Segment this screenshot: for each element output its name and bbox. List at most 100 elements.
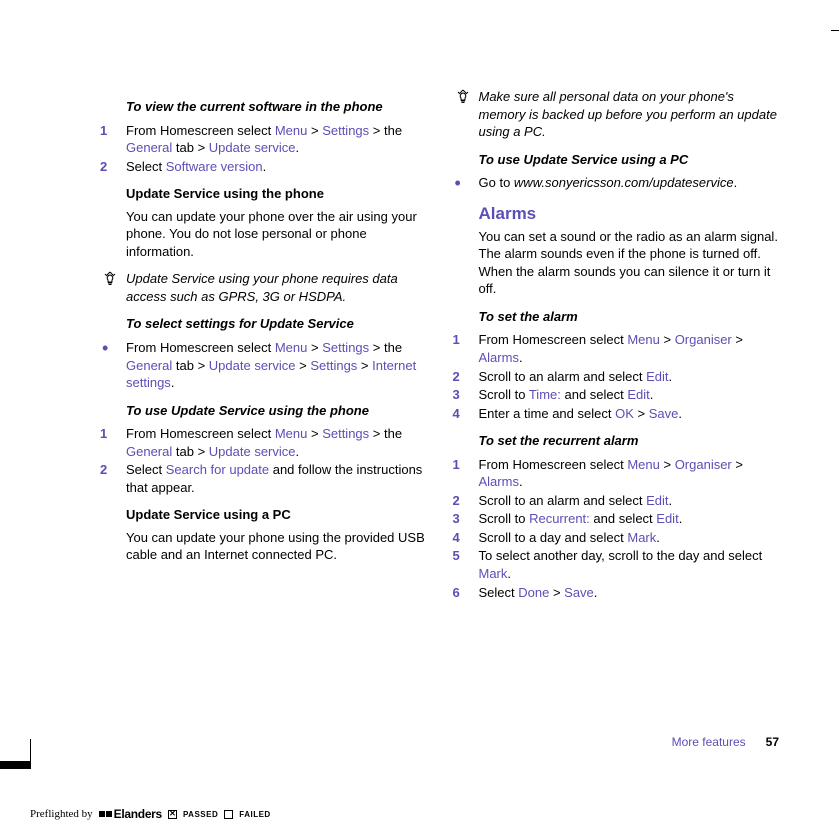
heading-use-update-pc: To use Update Service using a PC [479,151,780,169]
crop-mark [831,30,839,31]
text: tab [176,140,194,155]
text: . [263,159,267,174]
bullet-item: Go to www.sonyericsson.com/updateservice… [453,174,780,192]
preflight-bar: Preflighted by Elanders ✕ PASSED FAILED [30,807,271,821]
url-text: www.sonyericsson.com/updateservice [514,175,734,190]
menu-link: Time: [529,387,561,402]
text: . [669,493,673,508]
step-text: To select another day, scroll to the day… [479,548,763,581]
text: From Homescreen select [479,332,628,347]
step-text: Scroll to an alarm and select Edit. [479,493,673,508]
menu-link: Update service [209,140,296,155]
text: Scroll to an alarm and select [479,369,647,384]
step-item: Scroll to Recurrent: and select Edit. [453,510,780,528]
step-text: Select Done > Save. [479,585,598,600]
menu-link: Organiser [675,332,732,347]
bullet-item: From Homescreen select Menu > Settings >… [100,339,427,392]
step-item: From Homescreen select Menu > Organiser … [453,331,780,366]
text: the [384,123,402,138]
checkbox-passed-icon: ✕ [168,810,177,819]
step-text: Go to www.sonyericsson.com/updateservice… [479,175,738,190]
step-item: Enter a time and select OK > Save. [453,405,780,423]
step-text: From Homescreen select Menu > Settings >… [126,426,402,459]
menu-link: Recurrent: [529,511,590,526]
menu-link: Menu [275,426,308,441]
text: . [679,511,683,526]
heading-view-software: To view the current software in the phon… [126,98,427,116]
step-item: Scroll to an alarm and select Edit. [453,368,780,386]
text: . [669,369,673,384]
steps-set-recurrent: From Homescreen select Menu > Organiser … [453,456,780,601]
footer-section-label: More features [672,735,746,749]
menu-link: Menu [627,457,660,472]
menu-link: Menu [275,123,308,138]
menu-link: Software version [166,159,263,174]
menu-link: OK [615,406,634,421]
text: Select [479,585,519,600]
text: Scroll to an alarm and select [479,493,647,508]
text: . [507,566,511,581]
step-text: Select Software version. [126,159,266,174]
text: From Homescreen select [126,426,275,441]
menu-link: Settings [310,358,357,373]
preflight-label: Preflighted by [30,808,93,820]
step-item: From Homescreen select Menu > Settings >… [100,122,427,157]
menu-link: Edit [646,493,668,508]
brand-text: Elanders [114,807,162,821]
menu-link: Alarms [479,350,519,365]
text: the [384,426,402,441]
step-text: From Homescreen select Menu > Settings >… [126,123,402,156]
text: Select [126,159,166,174]
text: Enter a time and select [479,406,616,421]
step-item: Select Done > Save. [453,584,780,602]
step-item: To select another day, scroll to the day… [453,547,780,582]
heading-update-phone: Update Service using the phone [126,185,427,203]
failed-label: FAILED [239,810,270,819]
bullet-list: Go to www.sonyericsson.com/updateservice… [453,174,780,192]
menu-link: Edit [627,387,649,402]
elanders-logo: Elanders [99,807,162,821]
step-text: From Homescreen select Menu > Organiser … [479,457,743,490]
text: and select [561,387,628,402]
menu-link: General [126,358,172,373]
text: . [650,387,654,402]
step-item: Scroll to an alarm and select Edit. [453,492,780,510]
step-item: Select Search for update and follow the … [100,461,427,496]
step-text: Scroll to a day and select Mark. [479,530,660,545]
body-text: You can set a sound or the radio as an a… [479,228,780,298]
menu-link: Organiser [675,457,732,472]
step-text: Scroll to an alarm and select Edit. [479,369,673,384]
left-column: To view the current software in the phon… [100,88,427,605]
passed-label: PASSED [183,810,218,819]
menu-link: Settings [322,426,369,441]
step-item: Select Software version. [100,158,427,176]
step-text: Scroll to Recurrent: and select Edit. [479,511,683,526]
tip-note: Update Service using your phone requires… [100,270,427,305]
checkbox-failed-icon [224,810,233,819]
heading-set-recurrent: To set the recurrent alarm [479,432,780,450]
text: From Homescreen select [126,123,275,138]
logo-icon [99,811,112,817]
bullet-list: From Homescreen select Menu > Settings >… [100,339,427,392]
step-item: From Homescreen select Menu > Organiser … [453,456,780,491]
page-footer: More features 57 [672,735,779,749]
heading-select-settings: To select settings for Update Service [126,315,427,333]
text: > [634,406,649,421]
heading-update-pc: Update Service using a PC [126,506,427,524]
lightbulb-icon [100,270,120,287]
menu-link: Mark [479,566,508,581]
step-item: Scroll to a day and select Mark. [453,529,780,547]
tip-note: Make sure all personal data on your phon… [453,88,780,141]
text: the [384,340,402,355]
menu-link: Settings [322,340,369,355]
menu-link: Menu [275,340,308,355]
steps-view-software: From Homescreen select Menu > Settings >… [100,122,427,176]
step-item: From Homescreen select Menu > Settings >… [100,425,427,460]
text: From Homescreen select [126,340,275,355]
text: Scroll to a day and select [479,530,628,545]
text: > [549,585,564,600]
menu-link: Save [649,406,679,421]
menu-link: Update service [209,358,296,373]
text: Select [126,462,166,477]
steps-use-update: From Homescreen select Menu > Settings >… [100,425,427,496]
